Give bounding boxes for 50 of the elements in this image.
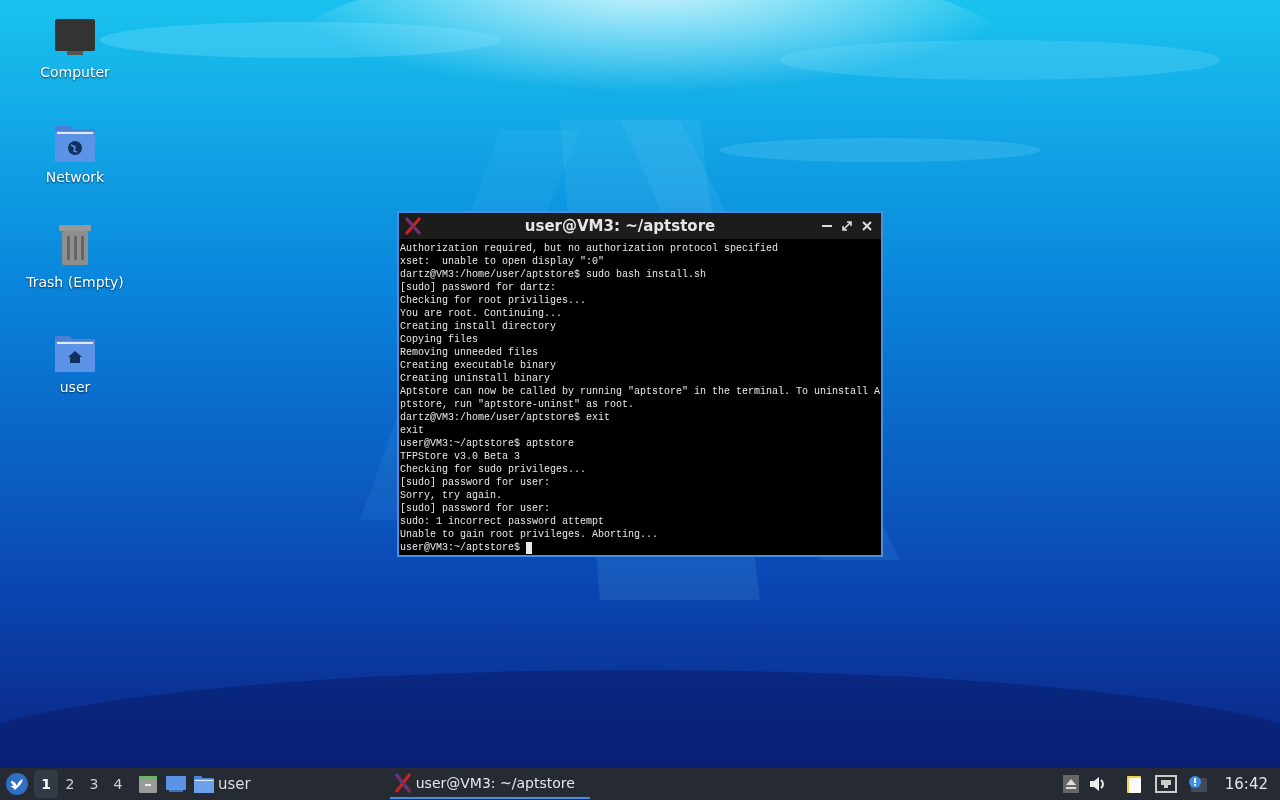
- desktop-icon-label[interactable]: user: [59, 378, 91, 396]
- network-folder-icon: [53, 124, 97, 162]
- network-port-icon[interactable]: [1154, 775, 1177, 793]
- workspace-button[interactable]: 1: [34, 770, 58, 798]
- terminal-line: sudo: 1 incorrect password attempt: [400, 515, 605, 528]
- notification-icon[interactable]: [1186, 775, 1207, 793]
- maximize-icon: [842, 221, 852, 231]
- terminal-line: Removing unneeded files: [400, 346, 539, 359]
- terminal-line: Creating install directory: [400, 320, 557, 333]
- close-icon: [862, 221, 872, 231]
- terminal-line: [sudo] password for user:: [400, 502, 551, 515]
- desktop-icon: [166, 775, 186, 793]
- terminal-line: Checking for root priviliges...: [400, 294, 587, 307]
- terminal-line: dartz@VM3:/home/user/aptstore$ exit: [400, 411, 611, 424]
- home-folder-icon: [53, 334, 97, 372]
- terminal-line: exit: [400, 424, 424, 437]
- workspace-button[interactable]: 2: [58, 770, 82, 798]
- x-logo-icon: [393, 773, 412, 793]
- folder-launcher[interactable]: user: [190, 768, 255, 800]
- terminal-line: Sorry, try again.: [400, 489, 503, 502]
- eject-icon[interactable]: [1062, 775, 1079, 793]
- terminal-line: Creating executable binary: [400, 359, 557, 372]
- folder-icon: [194, 775, 214, 793]
- terminal-line: user@VM3:~/aptstore$: [400, 541, 522, 554]
- file-cabinet-icon: [138, 774, 158, 794]
- desktop-icon-label[interactable]: Trash (Empty): [26, 273, 124, 291]
- terminal-line: user@VM3:~/aptstore$ aptstore: [400, 437, 575, 450]
- terminal-line: Creating uninstall binary: [400, 372, 551, 385]
- terminal-line: [sudo] password for dartz:: [400, 281, 557, 294]
- terminal-line: Authorization required, but no authorization protocol specified: [400, 242, 779, 255]
- x-logo-icon: [403, 216, 423, 236]
- terminal-line: xset: unable to open display ":0": [400, 255, 605, 268]
- workspace-button[interactable]: 4: [106, 770, 130, 798]
- terminal-line: [sudo] password for user:: [400, 476, 551, 489]
- window-title: user@VM3: ~/aptstore: [523, 215, 717, 237]
- window-task-button[interactable]: user@VM3: ~/aptstore: [389, 769, 590, 799]
- workspace-button[interactable]: 3: [82, 770, 106, 798]
- app-menu-button[interactable]: [4, 771, 30, 797]
- clock[interactable]: 16:42: [1216, 772, 1276, 796]
- terminal-line: Aptstore can now be called by running "aptstore" in the terminal. To uninstall A: [400, 385, 881, 398]
- terminal-line: dartz@VM3:/home/user/aptstore$ sudo bash install.sh: [400, 268, 707, 281]
- terminal-line: Checking for sudo privileges...: [400, 463, 587, 476]
- bird-logo-icon: [6, 773, 28, 795]
- terminal-line: TFPStore v3.0 Beta 3: [400, 450, 521, 463]
- terminal-line: Unable to gain root privileges. Aborting...: [400, 528, 659, 541]
- terminal-line: Copying files: [400, 333, 478, 346]
- monitor-icon: [53, 19, 97, 57]
- terminal-line: ptstore, run "aptstore-uninst" as root.: [400, 398, 635, 411]
- terminal-line: You are root. Continuing...: [400, 307, 563, 320]
- speaker-icon[interactable]: [1088, 776, 1107, 792]
